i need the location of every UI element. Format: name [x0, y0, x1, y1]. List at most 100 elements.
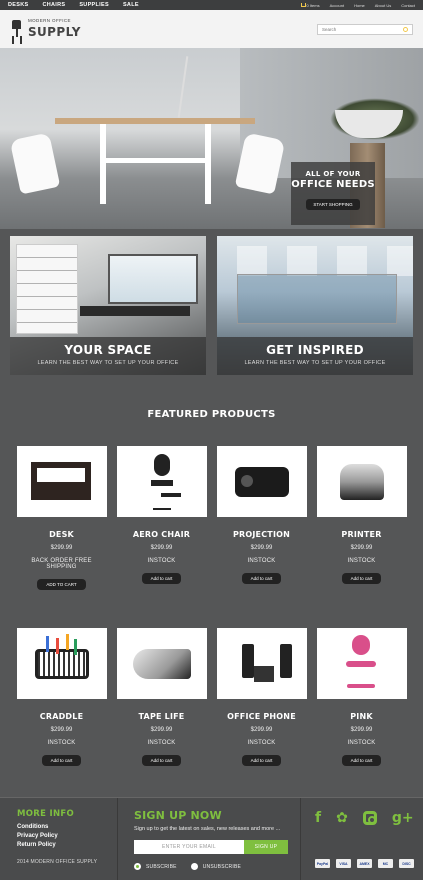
- product-card: AERO CHAIR $299.99 INSTOCK Add to cart: [116, 446, 207, 591]
- product-name[interactable]: AERO CHAIR: [117, 530, 207, 539]
- logo[interactable]: MODERN OFFICE SUPPLY: [10, 18, 81, 41]
- add-to-cart-button[interactable]: Add to cart: [341, 755, 382, 766]
- sign-up-button[interactable]: SIGN UP: [244, 840, 288, 854]
- promo-tiles: YOUR SPACE LEARN THE BEST WAY TO SET UP …: [0, 236, 423, 375]
- product-image[interactable]: [316, 628, 407, 699]
- product-name[interactable]: TAPE LIFE: [117, 712, 207, 721]
- subscribe-radio[interactable]: SUBSCRIBE: [134, 863, 177, 870]
- add-to-cart-button[interactable]: Add to cart: [241, 573, 282, 584]
- add-to-cart-button[interactable]: Add to cart: [41, 755, 82, 766]
- product-price: $299.99: [250, 727, 273, 733]
- site-footer: MORE INFO Conditions Privacy Policy Retu…: [0, 797, 423, 880]
- product-stock: INSTOCK: [147, 740, 176, 746]
- product-name[interactable]: CRADDLE: [17, 712, 107, 721]
- add-to-cart-button[interactable]: Add to cart: [141, 755, 182, 766]
- account-link[interactable]: Account: [330, 3, 344, 8]
- about-link[interactable]: About Us: [375, 3, 391, 8]
- product-image[interactable]: [216, 628, 307, 699]
- unsubscribe-radio[interactable]: UNSUBSCRIBE: [190, 863, 242, 870]
- printer-image: [339, 463, 384, 500]
- search-input[interactable]: Search: [317, 23, 413, 35]
- home-link[interactable]: Home: [354, 3, 365, 8]
- search-placeholder: Search: [322, 26, 337, 32]
- add-to-cart-button[interactable]: Add to cart: [141, 573, 182, 584]
- product-name[interactable]: OFFICE PHONE: [217, 712, 307, 721]
- promo-subtitle: LEARN THE BEST WAY TO SET UP YOUR OFFICE: [37, 360, 179, 366]
- instagram-icon[interactable]: [362, 811, 377, 825]
- nav-chairs[interactable]: CHAIRS: [42, 2, 65, 8]
- logo-small-text: MODERN OFFICE: [28, 17, 71, 23]
- product-stock: INSTOCK: [247, 740, 276, 746]
- category-nav: DESKS CHAIRS SUPPLIES SALE: [8, 2, 139, 8]
- cart-count: 0 Items: [306, 2, 320, 8]
- chair-decor: [9, 132, 61, 195]
- utility-nav: 0 Items Account Home About Us Contact: [300, 2, 415, 8]
- product-image[interactable]: [16, 628, 107, 699]
- radio-unchecked-icon: [190, 863, 198, 870]
- product-card: DESK $299.99 BACK ORDER FREE SHIPPING AD…: [16, 446, 107, 591]
- product-price: $299.99: [150, 727, 173, 733]
- product-grid-row-2: CRADDLE $299.99 INSTOCK Add to cart TAPE…: [0, 628, 423, 767]
- twitter-icon[interactable]: ✿: [336, 810, 348, 826]
- tape-dispenser-image: [132, 648, 191, 679]
- contact-link[interactable]: Contact: [401, 3, 415, 8]
- footer-social: f ✿ g+ PayPal VISA AMEX MC DISC: [301, 798, 423, 880]
- return-policy-link[interactable]: Return Policy: [17, 842, 117, 848]
- nav-sale[interactable]: SALE: [123, 2, 139, 8]
- discover-icon: DISC: [399, 859, 414, 868]
- facebook-icon[interactable]: f: [315, 810, 321, 826]
- product-stock: BACK ORDER FREE SHIPPING: [31, 558, 92, 570]
- copyright: 2014 MODERN OFFICE SUPPLY: [17, 859, 98, 865]
- desk-organizer-image: [34, 635, 89, 679]
- promo-your-space[interactable]: YOUR SPACE LEARN THE BEST WAY TO SET UP …: [10, 236, 206, 375]
- product-price: $299.99: [250, 545, 273, 551]
- promo-get-inspired[interactable]: GET INSPIRED LEARN THE BEST WAY TO SET U…: [217, 236, 413, 375]
- signup-heading: SIGN UP NOW: [134, 809, 222, 822]
- footer-signup: SIGN UP NOW Sign up to get the latest on…: [118, 798, 301, 880]
- conditions-link[interactable]: Conditions: [17, 824, 117, 830]
- add-to-cart-button[interactable]: ADD TO CART: [37, 579, 86, 590]
- product-name[interactable]: DESK: [17, 530, 107, 539]
- product-image[interactable]: [116, 628, 207, 699]
- cart-link[interactable]: 0 Items: [300, 2, 320, 8]
- google-plus-icon[interactable]: g+: [392, 810, 414, 826]
- pink-chair-image: [342, 634, 382, 693]
- product-price: $299.99: [150, 545, 173, 551]
- product-image[interactable]: [116, 446, 207, 517]
- more-info-heading: MORE INFO: [17, 809, 75, 819]
- radio-checked-icon: [134, 863, 141, 870]
- add-to-cart-button[interactable]: Add to cart: [341, 573, 382, 584]
- unsubscribe-label: UNSUBSCRIBE: [202, 863, 242, 870]
- promo-subtitle: LEARN THE BEST WAY TO SET UP YOUR OFFICE: [244, 360, 386, 366]
- product-name[interactable]: PINK: [317, 712, 407, 721]
- privacy-policy-link[interactable]: Privacy Policy: [17, 833, 117, 839]
- product-stock: INSTOCK: [147, 558, 176, 564]
- amex-icon: AMEX: [357, 859, 372, 868]
- visa-icon: VISA: [336, 859, 351, 868]
- featured-title: FEATURED PRODUCTS: [147, 409, 276, 420]
- product-image[interactable]: [16, 446, 107, 517]
- nav-supplies[interactable]: SUPPLIES: [79, 2, 109, 8]
- product-card: PINK $299.99 INSTOCK Add to cart: [316, 628, 407, 767]
- product-stock: INSTOCK: [47, 740, 76, 746]
- product-card: OFFICE PHONE $299.99 INSTOCK Add to cart: [216, 628, 307, 767]
- paypal-icon: PayPal: [315, 859, 330, 868]
- promo-title: GET INSPIRED: [266, 343, 364, 357]
- email-input[interactable]: ENTER YOUR EMAIL: [134, 840, 244, 854]
- start-shopping-button[interactable]: START SHOPPING: [306, 199, 360, 210]
- promo-title: YOUR SPACE: [64, 343, 152, 357]
- signup-text: Sign up to get the latest on sales, new …: [134, 826, 281, 832]
- product-price: $299.99: [50, 545, 73, 551]
- desk-decor: [55, 118, 255, 124]
- nav-desks[interactable]: DESKS: [8, 2, 28, 8]
- hero-callout: ALL OF YOUR OFFICE NEEDS START SHOPPING: [291, 162, 375, 225]
- desk-image: [30, 462, 91, 500]
- search-icon[interactable]: [403, 26, 408, 32]
- product-name[interactable]: PRINTER: [317, 530, 407, 539]
- subscribe-label: SUBSCRIBE: [146, 863, 177, 870]
- product-name[interactable]: PROJECTION: [217, 530, 307, 539]
- product-image[interactable]: [316, 446, 407, 517]
- add-to-cart-button[interactable]: Add to cart: [241, 755, 282, 766]
- product-image[interactable]: [216, 446, 307, 517]
- payment-methods: PayPal VISA AMEX MC DISC: [315, 859, 423, 868]
